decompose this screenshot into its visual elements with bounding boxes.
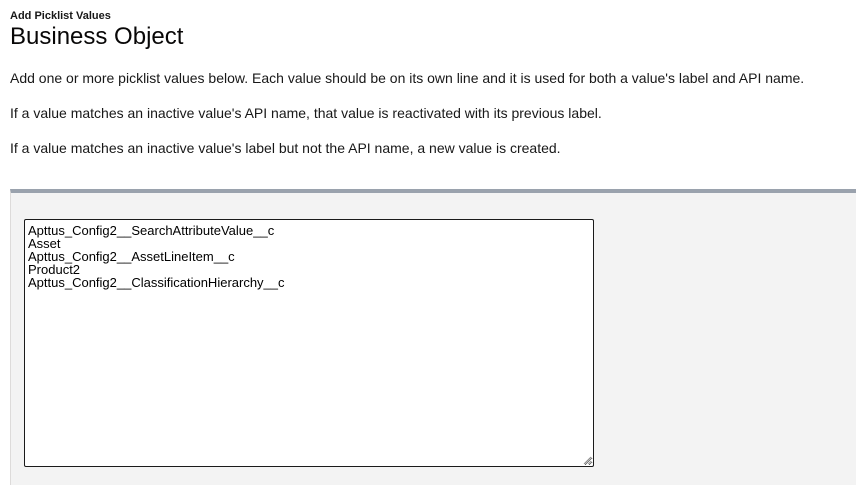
- page-title: Business Object: [10, 23, 184, 50]
- instruction-text-2: If a value matches an inactive value's A…: [10, 105, 602, 121]
- add-picklist-values-page: Add Picklist Values Business Object Add …: [0, 0, 856, 485]
- instruction-text-1: Add one or more picklist values below. E…: [10, 70, 805, 86]
- picklist-value-line: Apttus_Config2__SearchAttributeValue__c: [28, 223, 275, 238]
- instruction-text-3: If a value matches an inactive value's l…: [10, 140, 561, 156]
- resize-grip-icon[interactable]: [582, 455, 592, 465]
- picklist-value-line: Apttus_Config2__AssetLineItem__c: [28, 249, 235, 264]
- picklist-value-line: Apttus_Config2__ClassificationHierarchy_…: [28, 275, 285, 290]
- page-subtitle: Add Picklist Values: [10, 10, 111, 22]
- page-header: Add Picklist Values Business Object: [10, 10, 183, 51]
- picklist-values-textarea[interactable]: Apttus_Config2__SearchAttributeValue__c …: [24, 219, 594, 467]
